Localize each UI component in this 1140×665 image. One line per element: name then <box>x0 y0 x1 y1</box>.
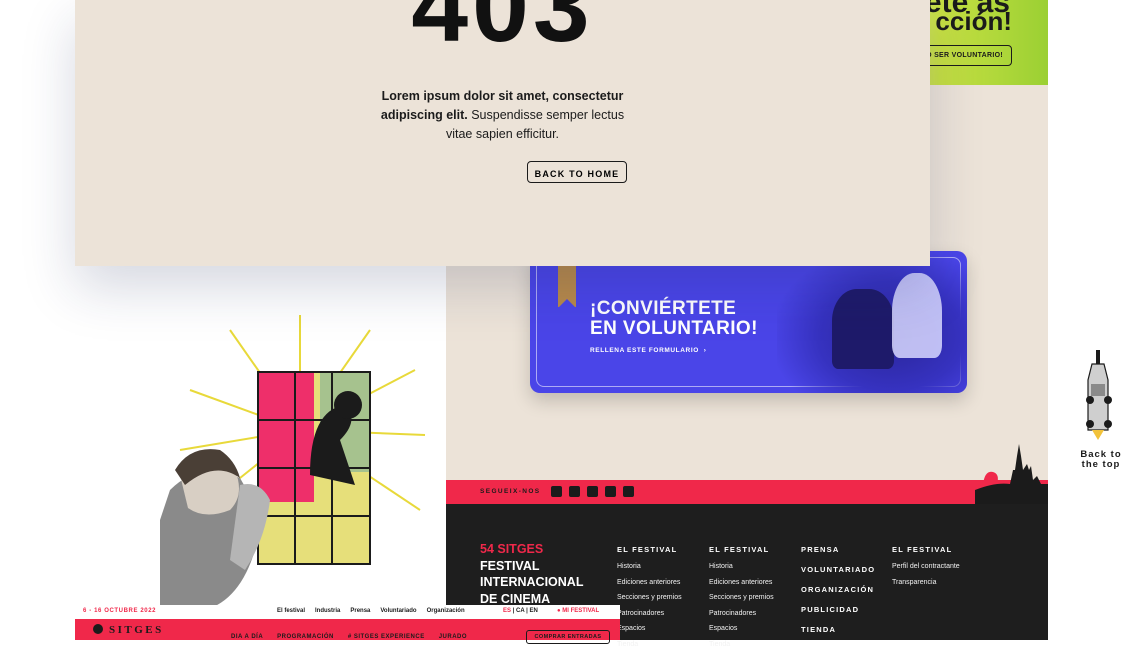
main-nav-link[interactable]: DIA A DÍA <box>231 634 263 640</box>
footer-link[interactable]: Espacios <box>709 625 774 632</box>
footer-link-publicaciones[interactable]: PUBLICACIONES <box>801 645 879 654</box>
logo-text: SITGES <box>109 624 164 636</box>
error-message: Lorem ipsum dolor sit amet, consectetur … <box>75 87 930 144</box>
footer-link[interactable]: Ediciones anteriores <box>617 579 682 586</box>
footer-column-1: EL FESTIVAL Historia Ediciones anteriore… <box>617 545 682 656</box>
facebook-icon[interactable] <box>551 486 562 497</box>
error-card: 403 Lorem ipsum dolor sit amet, consecte… <box>75 0 930 266</box>
topbar-link[interactable]: Industria <box>315 608 340 614</box>
tiktok-icon[interactable] <box>623 486 634 497</box>
car-rocket-icon <box>1086 350 1112 440</box>
language-switcher[interactable]: ES | CA | EN <box>503 608 538 614</box>
topbar-link[interactable]: Prensa <box>350 608 370 614</box>
social-icons <box>551 486 634 497</box>
footer-column-4: EL FESTIVAL Perfil del contractante Tran… <box>892 545 960 594</box>
topbar-link[interactable]: El festival <box>277 608 305 614</box>
error-code: 403 <box>411 0 594 63</box>
footer-link-voluntariado[interactable]: VOLUNTARIADO <box>801 565 879 574</box>
topbar-link[interactable]: Organización <box>427 608 465 614</box>
footer-brand: 54 SITGES FESTIVAL INTERNACIONAL DE CINE… <box>480 541 583 607</box>
footer-link[interactable]: Patrocinadores <box>617 610 682 617</box>
brand-edition: 54 SITGES <box>480 542 544 556</box>
main-nav-link[interactable]: PROGRAMACIÓN <box>277 634 334 640</box>
volunteer-form-link[interactable]: RELLENA ESTE FORMULARIO › <box>590 347 706 354</box>
volunteer-title: ¡CONVIÉRTETE EN VOLUNTARIO! <box>590 299 758 339</box>
footer-link[interactable]: Ediciones anteriores <box>709 579 774 586</box>
logo-icon <box>93 624 103 634</box>
footer-link[interactable]: Tienda <box>617 641 682 648</box>
back-to-top-line2: the top <box>1081 459 1121 470</box>
follow-us-label: SEGUEIX-NOS <box>480 488 541 495</box>
footer-link[interactable]: Patrocinadores <box>709 610 774 617</box>
lang-others[interactable]: | CA | EN <box>511 608 538 614</box>
chevron-right-icon: › <box>701 347 707 354</box>
volunteer-form-link-label: RELLENA ESTE FORMULARIO <box>590 347 699 354</box>
youtube-icon[interactable] <box>605 486 616 497</box>
topbar-link[interactable]: Voluntariado <box>380 608 416 614</box>
footer-col4-heading: EL FESTIVAL <box>892 545 953 554</box>
person-figure <box>892 273 942 358</box>
error-message-rest: Suspendisse semper lectus vitae sapien e… <box>445 108 625 141</box>
my-festival-label: MI FESTIVAL <box>562 608 600 614</box>
footer-link-publicidad[interactable]: PUBLICIDAD <box>801 605 879 614</box>
footer-col1-heading: EL FESTIVAL <box>617 545 678 554</box>
footer-link[interactable]: Espacios <box>617 625 682 632</box>
main-nav-link[interactable]: # SITGES EXPERIENCE <box>348 634 425 640</box>
volunteer-title-line1: ¡CONVIÉRTETE <box>590 298 737 319</box>
buy-tickets-button[interactable]: COMPRAR ENTRADAS <box>526 630 610 644</box>
festival-artwork <box>160 315 426 610</box>
main-nav-link[interactable]: JURADO <box>439 634 467 640</box>
footer-link[interactable]: Tienda <box>709 641 774 648</box>
my-festival-link[interactable]: ● MI FESTIVAL <box>557 608 599 614</box>
footer-link-organizacion[interactable]: ORGANIZACIÓN <box>801 585 879 594</box>
footer-link-prensa[interactable]: PRENSA <box>801 545 879 554</box>
footer-link[interactable]: Transparencia <box>892 579 960 586</box>
main-nav: DIA A DÍA PROGRAMACIÓN # SITGES EXPERIEN… <box>231 634 467 640</box>
banner-volunteer-button[interactable]: O SER VOLUNTARIO! <box>917 45 1012 66</box>
brand-line2: FESTIVAL <box>480 558 540 573</box>
werewolf-figure <box>832 289 894 369</box>
back-to-home-button[interactable]: BACK TO HOME <box>527 161 627 183</box>
social-follow-band: SEGUEIX-NOS <box>446 480 1048 504</box>
screaming-woman <box>160 449 270 610</box>
window-frame <box>257 371 371 565</box>
footer-link[interactable]: Historia <box>709 563 774 570</box>
volunteer-ticket[interactable]: ¡CONVIÉRTETE EN VOLUNTARIO! RELLENA ESTE… <box>530 251 967 393</box>
back-to-top-button[interactable]: Back to the top <box>1078 350 1124 470</box>
topbar-nav: El festival Industria Prensa Voluntariad… <box>277 608 465 614</box>
back-to-top-label: Back to the top <box>1078 450 1124 470</box>
volunteer-title-line2: EN VOLUNTARIO! <box>590 318 758 339</box>
site-topbar: 6 - 16 OCTUBRE 2022 El festival Industri… <box>75 605 620 619</box>
instagram-icon[interactable] <box>587 486 598 497</box>
footer-link[interactable]: Perfil del contractante <box>892 563 960 570</box>
twitter-icon[interactable] <box>569 486 580 497</box>
sitges-logo[interactable]: SITGES <box>93 624 164 636</box>
lang-active[interactable]: ES <box>503 608 511 614</box>
festival-dates: 6 - 16 OCTUBRE 2022 <box>83 608 157 614</box>
footer-link[interactable]: Secciones y premios <box>709 594 774 601</box>
castle-silhouette-icon <box>975 444 1048 504</box>
volunteer-photo <box>777 251 967 393</box>
footer-link[interactable]: Secciones y premios <box>617 594 682 601</box>
site-mainbar: SITGES DIA A DÍA PROGRAMACIÓN # SITGES E… <box>75 619 620 644</box>
footer-link-tienda[interactable]: TIENDA <box>801 625 879 634</box>
footer-link[interactable]: Historia <box>617 563 682 570</box>
footer-col2-heading: EL FESTIVAL <box>709 545 770 554</box>
footer-column-2: EL FESTIVAL Historia Ediciones anteriore… <box>709 545 774 656</box>
footer-column-3: PRENSA VOLUNTARIADO ORGANIZACIÓN PUBLICI… <box>801 545 879 665</box>
banner-title-line2: cción! <box>935 6 1012 36</box>
brand-line3: INTERNACIONAL <box>480 575 584 589</box>
